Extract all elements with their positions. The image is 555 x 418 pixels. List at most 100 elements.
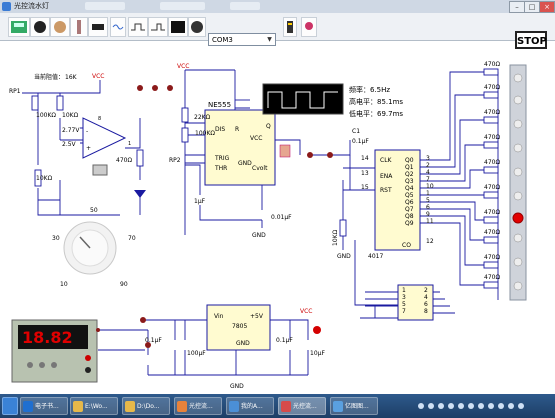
speaker-tool[interactable] [188, 17, 206, 37]
pin-cvolt-label: Cvolt [252, 165, 268, 172]
frequency-readout: 频率：6.5Hz [349, 85, 390, 94]
threshold-value: 16K [65, 74, 78, 81]
taskbar-item[interactable]: D:\Do... [122, 397, 170, 415]
led-resistor-label: 470Ω [484, 184, 500, 191]
c1-label: C1 [352, 128, 360, 135]
led-resistor-label: 470Ω [484, 254, 500, 261]
q-pin-number: 2 [426, 162, 430, 169]
q-output-label: Q1 [405, 164, 414, 171]
taskbar-item[interactable]: 亿图图... [330, 397, 378, 415]
pin-14-label: 14 [361, 155, 369, 162]
diode-pin-left: 3 [402, 294, 406, 301]
reg-plus5-label: +5V [250, 313, 264, 320]
svg-text:+: + [86, 145, 91, 152]
reg-gnd-label: GND [236, 340, 250, 347]
cap-1uf-label: 1μF [194, 198, 206, 205]
c1-value-label: 0.1μF [352, 138, 369, 145]
title-ghost-text [160, 2, 205, 10]
pulse-tool[interactable] [148, 17, 168, 37]
clock[interactable] [530, 397, 554, 415]
led-resistor-label: 470Ω [484, 84, 500, 91]
photoresistor-tool[interactable] [50, 17, 70, 37]
reg-chip-label: 7805 [232, 323, 247, 330]
q-pin-number: 1 [426, 190, 430, 197]
taskbar-item[interactable]: E:\Wo... [70, 397, 118, 415]
taskbar-item[interactable]: 电子书... [20, 397, 68, 415]
title-ghost-text [85, 2, 125, 10]
cap-10u-label: 10μF [310, 350, 325, 357]
probe-tool[interactable] [30, 17, 50, 37]
q-output-label: Q2 [405, 171, 414, 178]
q-pin-number: 5 [426, 197, 430, 204]
component-toolbar: COM3 ▼ STOP [0, 13, 555, 49]
diode-pin-right: 8 [424, 308, 428, 315]
vcc-555-label: VCC [177, 63, 189, 70]
svg-text:-: - [86, 128, 88, 135]
title-bar: 光控流水灯 – □ × [0, 0, 555, 14]
q-pin-number: 4 [426, 169, 430, 176]
diode-pin-left: 7 [402, 308, 406, 315]
q-output-label: Q6 [405, 199, 414, 206]
pin-12-label: 12 [426, 238, 434, 245]
vcc-reg-label: VCC [300, 308, 312, 315]
taskbar-item[interactable]: 光控流... [174, 397, 222, 415]
wave-tool[interactable] [110, 17, 126, 37]
chip-tool[interactable] [88, 17, 108, 37]
dial-tick-label: 90 [120, 281, 128, 288]
ena-pin-label: ENA [380, 173, 393, 180]
led-resistor-label: 470Ω [484, 61, 500, 68]
diode-pin-right: 6 [424, 301, 428, 308]
square-wave-tool[interactable] [128, 17, 148, 37]
pin-thr-label: THR [214, 165, 227, 172]
multimeter-tool[interactable] [8, 17, 30, 37]
output-led [134, 190, 146, 198]
circuit-canvas[interactable]: - + 8 1 当前阻值： 16K VCC RP1 100KΩ 10KΩ 2.77… [0, 41, 555, 394]
system-tray [415, 397, 541, 415]
q-pin-number: 3 [426, 155, 430, 162]
v277-label: 2.77V [62, 127, 80, 134]
led-resistor-label: 470Ω [484, 274, 500, 281]
rst-pin-label: RST [380, 187, 392, 194]
resistor-tool[interactable] [70, 17, 88, 37]
cap-01-a-label: 0.1μF [145, 337, 162, 344]
minimize-button[interactable]: – [509, 1, 525, 13]
svg-text:8: 8 [98, 116, 101, 122]
q-output-label: Q4 [405, 185, 414, 192]
led-resistor-label: 470Ω [484, 229, 500, 236]
cap-01-b-label: 0.1μF [276, 337, 293, 344]
taskbar-item-active[interactable]: 光控流... [278, 397, 326, 415]
v25-label: 2.5V [62, 141, 77, 148]
high-level-readout: 高电平：85.1ms [349, 97, 403, 106]
r-10k-b-label: 10KΩ [36, 175, 53, 182]
battery-tool[interactable] [283, 17, 297, 37]
ne555-chip[interactable] [204, 109, 276, 186]
dial-tick-label: 30 [52, 235, 60, 242]
r-10k-a-label: 10KΩ [62, 112, 79, 119]
pin-13-label: 13 [361, 170, 369, 177]
q-pin-number: 10 [426, 183, 434, 190]
supply-voltage-display: 18.82 [22, 328, 73, 347]
vcc-label: VCC [92, 73, 104, 80]
q-output-label: Q3 [405, 178, 414, 185]
scope-tool[interactable] [168, 17, 188, 37]
rp2-label: RP2 [169, 157, 181, 164]
maximize-button[interactable]: □ [524, 1, 540, 13]
q-pin-number: 11 [426, 218, 434, 225]
co-pin-label: CO [402, 242, 411, 249]
close-button[interactable]: × [539, 1, 555, 13]
title-ghost-text [230, 2, 260, 10]
r-100k-a-label: 100KΩ [36, 112, 56, 119]
hand-cursor [279, 144, 291, 158]
low-level-readout: 低电平：69.7ms [349, 109, 403, 118]
taskbar-item[interactable]: 我的A... [226, 397, 274, 415]
cap-100u-label: 100μF [187, 350, 206, 357]
pin-dis-label: DIS [215, 126, 225, 133]
r-470-a-label: 470Ω [116, 157, 132, 164]
diode-pin-left: 1 [402, 287, 406, 294]
start-button[interactable] [2, 397, 18, 415]
buzzer-tool[interactable] [301, 17, 317, 37]
taskbar: 电子书... E:\Wo... D:\Do... 光控流... 我的A... 光… [0, 394, 555, 418]
q-pin-number: 9 [426, 211, 430, 218]
oscilloscope-screen[interactable] [262, 83, 344, 115]
rp1-label: RP1 [9, 88, 21, 95]
